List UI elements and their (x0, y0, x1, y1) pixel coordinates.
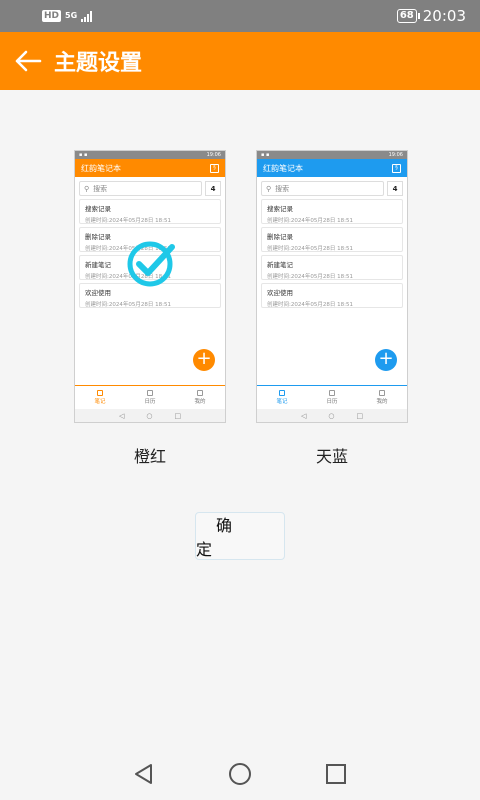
preview-search: ⚲ 搜索 (261, 181, 384, 196)
selected-check-icon (127, 241, 175, 287)
list-item: 欢迎使用 创建时间:2024年05月28日 18:51 (261, 283, 403, 308)
theme-option-blue[interactable]: ▪ ▪ 19:06 红韵笔记本 § ⚲ 搜索 4 搜索记录 创建时间:2024年05月… (256, 150, 408, 467)
theme-preview: ▪ ▪ 19:06 红韵笔记本 § ⚲ 搜索 4 搜索记录 创建时间:2024年05月… (74, 150, 226, 423)
search-icon: ⚲ (266, 184, 272, 193)
confirm-button[interactable]: 确定 (195, 512, 285, 560)
search-icon: ⚲ (84, 184, 90, 193)
theme-label: 天蓝 (315, 447, 348, 466)
preview-count: 4 (387, 181, 403, 196)
back-button[interactable] (0, 32, 56, 90)
list-item: 删除记录 创建时间:2024年05月28日 18:51 (261, 227, 403, 252)
list-item: 搜索记录 创建时间:2024年05月28日 18:51 (261, 199, 403, 224)
preview-count: 4 (205, 181, 221, 196)
theme-option-orange[interactable]: ▪ ▪ 19:06 红韵笔记本 § ⚲ 搜索 4 搜索记录 创建时间:2024年05月… (74, 150, 226, 467)
hd-badge: HD (42, 10, 62, 22)
network-type: 5G (65, 11, 78, 20)
back-nav-icon[interactable] (132, 762, 156, 786)
back-arrow-icon (15, 50, 42, 72)
theme-label: 橙红 (133, 447, 166, 466)
page-title: 主题设置 (54, 51, 143, 76)
list-item: 搜索记录 创建时间:2024年05月28日 18:51 (79, 199, 221, 224)
preview-app-name: 红韵笔记本 (263, 163, 303, 173)
clock: 20:03 (422, 7, 466, 25)
home-nav-icon[interactable] (228, 762, 252, 786)
preview-search: ⚲ 搜索 (79, 181, 202, 196)
recents-nav-icon[interactable] (324, 762, 348, 786)
preview-theme-icon: § (392, 163, 401, 173)
preview-app-bar: 红韵笔记本 § (257, 159, 407, 177)
signal-icon (81, 10, 93, 22)
preview-time: 19:06 (206, 152, 221, 158)
theme-preview: ▪ ▪ 19:06 红韵笔记本 § ⚲ 搜索 4 搜索记录 创建时间:2024年05月… (256, 150, 408, 423)
battery-icon: 68 (396, 9, 420, 23)
preview-time: 19:06 (388, 152, 403, 158)
system-nav-bar (0, 748, 480, 800)
preview-bottom-nav: 笔记 日历 我的 (257, 385, 407, 409)
preview-app-bar: 红韵笔记本 § (75, 159, 225, 177)
preview-bottom-nav: 笔记 日历 我的 (75, 385, 225, 409)
preview-add-icon: + (375, 349, 397, 371)
preview-app-name: 红韵笔记本 (81, 163, 121, 173)
preview-theme-icon: § (210, 163, 219, 173)
preview-add-icon: + (193, 349, 215, 371)
list-item: 新建笔记 创建时间:2024年05月28日 18:51 (261, 255, 403, 280)
app-bar: 主题设置 (0, 32, 480, 90)
status-bar: HD 5G 68 20:03 (0, 0, 480, 32)
